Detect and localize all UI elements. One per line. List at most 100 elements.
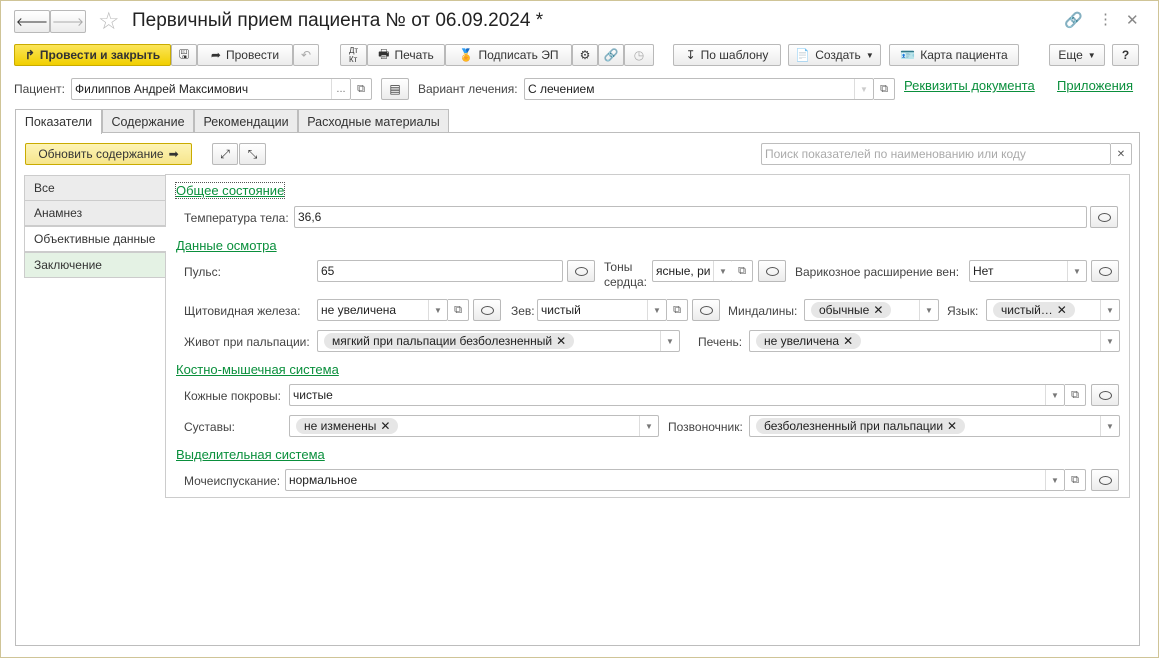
tab-recommendations[interactable]: Рекомендации xyxy=(194,109,298,133)
attachments-link[interactable]: Приложения xyxy=(1057,78,1133,93)
forward-button[interactable]: 🡒 xyxy=(50,10,86,33)
link-icon[interactable]: 🔗 xyxy=(1064,11,1083,29)
open-icon[interactable]: ⧉ xyxy=(1065,469,1086,491)
favorite-star-icon[interactable]: ☆ xyxy=(98,7,120,36)
card-icon: ▤ xyxy=(389,82,401,96)
comment-button[interactable] xyxy=(1091,260,1119,282)
chevron-down-icon[interactable]: ▼ xyxy=(1045,385,1064,405)
nav-item-all[interactable]: Все xyxy=(24,175,166,201)
temp-input[interactable]: 36,6 xyxy=(294,206,1087,228)
patient-card-button[interactable]: 🪪 Карта пациента xyxy=(889,44,1019,66)
comment-button[interactable] xyxy=(758,260,786,282)
liver-field[interactable]: не увеличена ✕ ▼ xyxy=(749,330,1120,352)
patient-field[interactable]: Филиппов Андрей Максимович... xyxy=(71,78,351,100)
heart-field[interactable]: ясные, ри ▼ xyxy=(652,260,733,282)
nav-item-objective[interactable]: Объективные данные xyxy=(24,226,166,252)
chevron-down-icon[interactable]: ▼ xyxy=(1067,261,1086,281)
post-and-close-button[interactable]: ↱ Провести и закрыть xyxy=(14,44,171,66)
remove-tag-icon[interactable]: ✕ xyxy=(947,419,957,433)
structure-button[interactable]: ⚙ xyxy=(572,44,598,66)
comment-button[interactable] xyxy=(692,299,720,321)
variant-label: Вариант лечения: xyxy=(418,82,518,96)
print-button[interactable]: 🖶 Печать xyxy=(367,44,445,66)
tab-content[interactable]: Содержание xyxy=(102,109,194,133)
comment-button[interactable] xyxy=(1091,384,1119,406)
urination-label: Мочеиспускание: xyxy=(184,474,281,488)
open-icon[interactable]: ⧉ xyxy=(874,78,895,100)
comment-icon xyxy=(1098,475,1112,485)
chevron-down-icon[interactable]: ▼ xyxy=(660,331,679,351)
open-icon[interactable]: ⧉ xyxy=(667,299,688,321)
chevron-down-icon[interactable]: ▼ xyxy=(1045,470,1064,490)
comment-button[interactable] xyxy=(1091,469,1119,491)
link-button[interactable]: 🔗 xyxy=(598,44,624,66)
more-vertical-icon[interactable]: ⋮ xyxy=(1098,10,1113,28)
history-button[interactable]: ◷ xyxy=(624,44,654,66)
open-icon[interactable]: ⧉ xyxy=(448,299,469,321)
section-musculo[interactable]: Костно-мышечная система xyxy=(176,362,339,377)
chevron-down-icon[interactable]: ▼ xyxy=(639,416,658,436)
section-excretory[interactable]: Выделительная система xyxy=(176,447,325,462)
tongue-field[interactable]: чистый… ✕ ▼ xyxy=(986,299,1120,321)
tab-gap xyxy=(16,131,101,133)
joints-field[interactable]: не изменены ✕ ▼ xyxy=(289,415,659,437)
pulse-input[interactable]: 65 xyxy=(317,260,563,282)
remove-tag-icon[interactable]: ✕ xyxy=(843,334,853,348)
comment-button[interactable] xyxy=(567,260,595,282)
open-icon[interactable]: ⧉ xyxy=(1065,384,1086,406)
undo-post-button[interactable]: ↶ xyxy=(293,44,319,66)
chevron-down-icon[interactable]: ▼ xyxy=(713,261,732,281)
varicose-field[interactable]: Нет ▼ xyxy=(969,260,1087,282)
tag: чистый… ✕ xyxy=(993,302,1075,318)
search-input[interactable]: Поиск показателей по наименованию или ко… xyxy=(761,143,1111,165)
by-template-button[interactable]: ↧ По шаблону xyxy=(673,44,781,66)
abdomen-field[interactable]: мягкий при пальпации безболезненный ✕ ▼ xyxy=(317,330,680,352)
remove-tag-icon[interactable]: ✕ xyxy=(873,303,883,317)
create-button[interactable]: 📄 Создать ▼ xyxy=(788,44,881,66)
skin-field[interactable]: чистые ▼ xyxy=(289,384,1065,406)
chevron-down-icon[interactable]: ▼ xyxy=(428,300,447,320)
nav-item-anamnesis[interactable]: Анамнез xyxy=(24,200,166,226)
back-button[interactable]: 🡐 xyxy=(14,10,50,33)
post-button[interactable]: ➦ Провести xyxy=(197,44,293,66)
remove-tag-icon[interactable]: ✕ xyxy=(556,334,566,348)
nav-item-conclusion[interactable]: Заключение xyxy=(24,252,166,278)
heart-label: Тоны xyxy=(604,260,633,274)
tab-consumables[interactable]: Расходные материалы xyxy=(298,109,449,133)
arrow-right-icon: ➡ xyxy=(168,147,179,161)
chevron-down-icon[interactable]: ▼ xyxy=(1100,300,1119,320)
dt-kt-button[interactable]: Дт Кт xyxy=(340,44,367,66)
chevron-down-icon[interactable]: ▼ xyxy=(647,300,666,320)
more-button[interactable]: Еще ▼ xyxy=(1049,44,1105,66)
urination-field[interactable]: нормальное ▼ xyxy=(285,469,1065,491)
spine-field[interactable]: безболезненный при пальпации ✕ ▼ xyxy=(749,415,1120,437)
requisites-link[interactable]: Реквизиты документа xyxy=(904,78,1035,93)
help-button[interactable]: ? xyxy=(1112,44,1139,66)
section-general[interactable]: Общее состояние xyxy=(174,182,286,199)
clear-search-icon[interactable]: ✕ xyxy=(1111,143,1132,165)
select-button[interactable]: ... xyxy=(331,79,350,99)
remove-tag-icon[interactable]: ✕ xyxy=(1057,303,1067,317)
section-exam[interactable]: Данные осмотра xyxy=(176,238,277,253)
pulse-label: Пульс: xyxy=(184,265,221,279)
comment-button[interactable] xyxy=(1090,206,1118,228)
sign-button[interactable]: 🏅 Подписать ЭП xyxy=(445,44,572,66)
comment-button[interactable] xyxy=(473,299,501,321)
chevron-down-icon[interactable]: ▼ xyxy=(1100,416,1119,436)
refresh-content-button[interactable]: Обновить содержание ➡ xyxy=(25,143,192,165)
patient-card-icon-button[interactable]: ▤ xyxy=(381,78,409,100)
open-icon[interactable]: ⧉ xyxy=(351,78,372,100)
open-icon[interactable]: ⧉ xyxy=(732,260,753,282)
close-icon[interactable]: ✕ xyxy=(1126,11,1139,29)
chevron-down-icon[interactable]: ▼ xyxy=(1100,331,1119,351)
save-button[interactable]: 🖫 xyxy=(171,44,197,66)
chevron-down-icon[interactable]: ▼ xyxy=(854,79,873,99)
tonsils-field[interactable]: обычные ✕ ▼ xyxy=(804,299,939,321)
expand-button[interactable]: ⤢ xyxy=(212,143,238,165)
throat-field[interactable]: чистый ▼ xyxy=(537,299,667,321)
collapse-button[interactable]: ⤡ xyxy=(239,143,266,165)
thyroid-field[interactable]: не увеличена ▼ xyxy=(317,299,448,321)
chevron-down-icon[interactable]: ▼ xyxy=(919,300,938,320)
remove-tag-icon[interactable]: ✕ xyxy=(380,419,390,433)
variant-field[interactable]: С лечением ▼ xyxy=(524,78,874,100)
